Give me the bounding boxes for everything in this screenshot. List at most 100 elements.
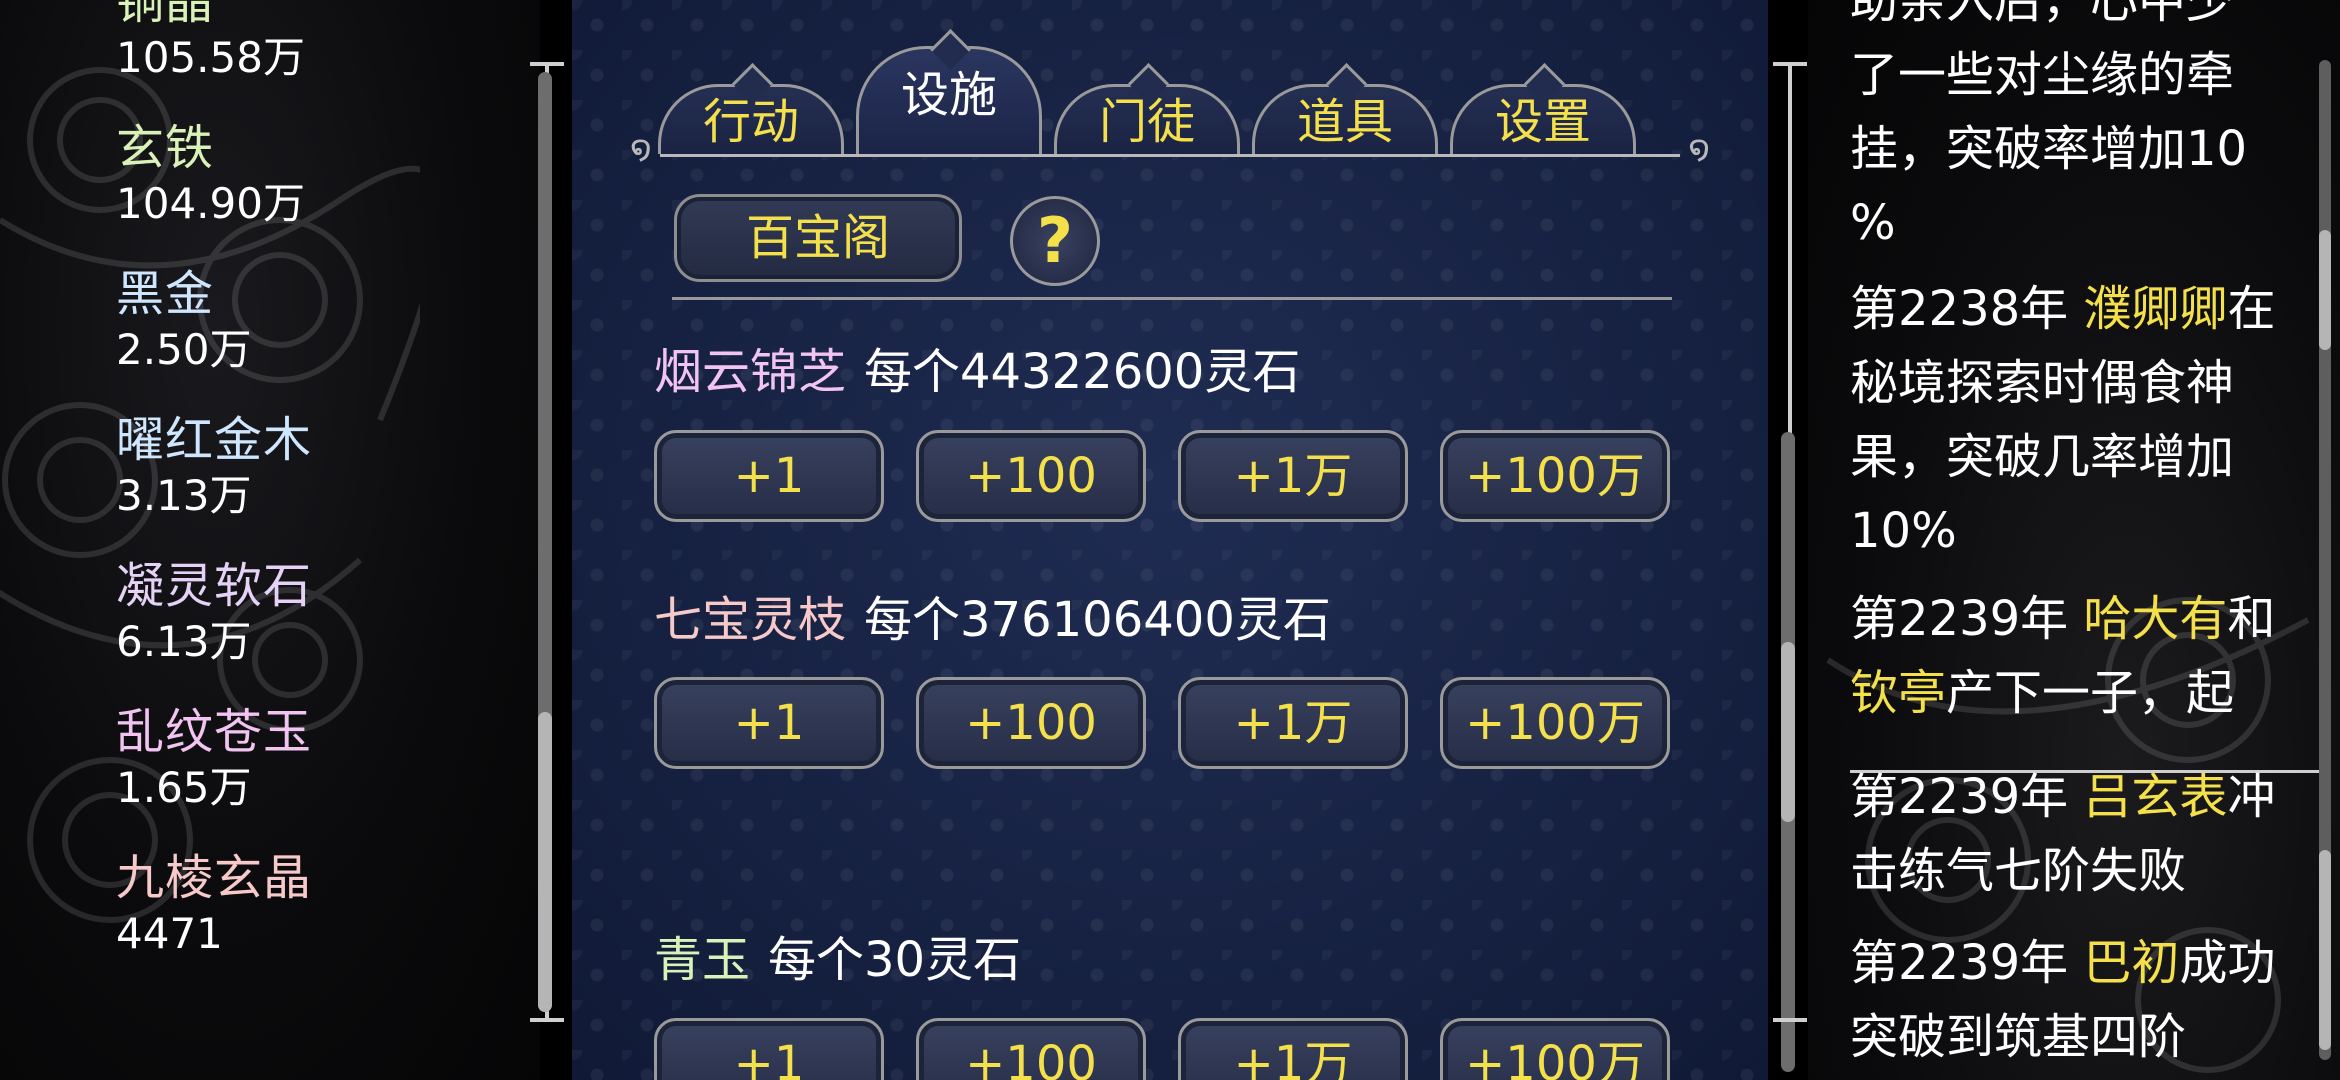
tab-action[interactable]: 行动 xyxy=(658,62,844,154)
tab-bar: ໑ ໑ 行动 设施 门徒 道具 设置 xyxy=(630,18,1710,168)
event-log-panel: 助亲入后，心中少 了一些对尘缘的牵 挂，突破率增加10 % 第2238年 濮卿卿… xyxy=(1808,0,2340,1080)
resource-name: 黑金 xyxy=(116,266,215,322)
scrollbar-cap xyxy=(1773,1018,1807,1022)
log-entry: 第2239年 巴初成功 突破到筑基四阶 xyxy=(1850,926,2320,1074)
tab-label: 设施 xyxy=(900,67,997,123)
resource-value: 3.13万 xyxy=(116,471,252,520)
resource-value: 2.50万 xyxy=(116,325,252,374)
log-entry-partial: 助亲入后，心中少 了一些对尘缘的牵 挂，突破率增加10 % xyxy=(1850,0,2320,260)
log-text: 成功 xyxy=(2179,935,2276,991)
log-line: 钦亭产下一子，起 xyxy=(1850,656,2320,730)
section-divider xyxy=(672,297,1672,300)
resource-name: 九棱玄晶 xyxy=(116,850,313,906)
shop-item-title: 七宝灵枝 每个376106400灵石 xyxy=(654,590,1331,650)
shop-item-title: 烟云锦芝 每个44322600灵石 xyxy=(654,342,1300,402)
buy-1m-button[interactable]: +100万 xyxy=(1440,430,1670,522)
shop-item-price: 每个30灵石 xyxy=(768,932,1022,988)
log-text: 在 xyxy=(2227,281,2276,337)
buy-1m-button[interactable]: +100万 xyxy=(1440,677,1670,769)
shop-scrollbar[interactable] xyxy=(1773,62,1807,1072)
tab-facility[interactable]: 设施 xyxy=(856,28,1042,154)
resource-value: 4471 xyxy=(116,909,223,958)
buy-button-row: +1 +100 +1万 +100万 xyxy=(654,1018,1694,1080)
resource-name: 曜红金木 xyxy=(116,412,313,468)
disciple-name[interactable]: 钦亭 xyxy=(1850,665,1946,721)
resource-name: 玄铁 xyxy=(116,120,215,176)
tab-disciples[interactable]: 门徒 xyxy=(1054,62,1240,154)
log-entry: 第2239年 吕玄表冲 击练气七阶失败 xyxy=(1850,760,2320,908)
tab-bar-curl-right: ໑ xyxy=(1688,128,1710,168)
resource-item: 曜红金木 3.13万 xyxy=(116,410,312,556)
scrollbar-thumb[interactable] xyxy=(2319,850,2331,1050)
shop-item-name: 青玉 xyxy=(654,932,751,988)
resource-value: 6.13万 xyxy=(116,617,252,666)
log-year: 第2239年 xyxy=(1850,935,2084,991)
resource-item: 九棱玄晶 4471 xyxy=(116,848,312,994)
disciple-name[interactable]: 濮卿卿 xyxy=(2083,281,2227,337)
log-year: 第2239年 xyxy=(1850,591,2084,647)
log-year: 第2238年 xyxy=(1850,281,2084,337)
tab-ornament xyxy=(929,28,972,71)
treasure-pavilion-button[interactable]: 百宝阁 xyxy=(674,194,962,282)
buy-1-button[interactable]: +1 xyxy=(654,430,884,522)
log-line: 果，突破几率增加 xyxy=(1850,429,2235,485)
resource-value: 1.65万 xyxy=(116,763,252,812)
disciple-name[interactable]: 哈大有 xyxy=(2083,591,2227,647)
log-line: 击练气七阶失败 xyxy=(1850,843,2187,899)
resource-item: 乱纹苍玉 1.65万 xyxy=(116,702,312,848)
log-entry: 第2239年 哈大有和 钦亭产下一子，起 xyxy=(1850,582,2320,730)
resource-item: 玄铁 104.90万 xyxy=(116,118,312,264)
scrollbar-cap xyxy=(530,1018,564,1022)
tab-bar-curl-left: ໑ xyxy=(630,128,652,168)
disciple-name[interactable]: 巴初 xyxy=(2083,935,2179,991)
buy-10k-button[interactable]: +1万 xyxy=(1178,1018,1408,1080)
log-line: 第2238年 濮卿卿在 xyxy=(1850,272,2320,346)
buy-button-row: +1 +100 +1万 +100万 xyxy=(654,430,1694,522)
buy-10k-button[interactable]: +1万 xyxy=(1178,430,1408,522)
buy-1m-button[interactable]: +100万 xyxy=(1440,1018,1670,1080)
log-text: 冲 xyxy=(2227,769,2276,825)
tab-settings[interactable]: 设置 xyxy=(1450,62,1636,154)
buy-100-button[interactable]: +100 xyxy=(916,1018,1146,1080)
log-line: 了一些对尘缘的牵 xyxy=(1850,47,2235,103)
log-line: 第2239年 吕玄表冲 xyxy=(1850,760,2320,834)
shop-item-name: 七宝灵枝 xyxy=(654,592,847,648)
buy-100-button[interactable]: +100 xyxy=(916,430,1146,522)
resource-list: 铜晶 105.58万 玄铁 104.90万 黑金 2.50万 曜红金木 3.13… xyxy=(116,0,312,994)
buy-1-button[interactable]: +1 xyxy=(654,1018,884,1080)
shop-item-title: 青玉 每个30灵石 xyxy=(654,930,1021,990)
resource-value: 105.58万 xyxy=(116,33,305,82)
buy-10k-button[interactable]: +1万 xyxy=(1178,677,1408,769)
facility-panel: ໑ ໑ 行动 设施 门徒 道具 设置 百宝阁 ? 烟云锦芝 每个44322600灵… xyxy=(572,0,1768,1080)
help-question-icon[interactable]: ? xyxy=(1010,196,1100,286)
scrollbar-thumb[interactable] xyxy=(1781,642,1795,822)
resource-item: 铜晶 105.58万 xyxy=(116,0,312,118)
log-text: 产下一子，起 xyxy=(1946,665,2235,721)
shop-item-name: 烟云锦芝 xyxy=(654,344,847,400)
resource-scrollbar[interactable] xyxy=(530,62,564,1022)
log-line: % xyxy=(1850,195,1896,251)
scrollbar-thumb[interactable] xyxy=(2319,230,2331,350)
log-year: 第2239年 xyxy=(1850,769,2084,825)
log-line: 秘境探索时偶食神 xyxy=(1850,355,2235,411)
log-line: 突破到筑基四阶 xyxy=(1850,1009,2187,1065)
buy-100-button[interactable]: +100 xyxy=(916,677,1146,769)
buy-1-button[interactable]: +1 xyxy=(654,677,884,769)
shop-item-price: 每个376106400灵石 xyxy=(864,592,1331,648)
shop-item-price: 每个44322600灵石 xyxy=(864,344,1301,400)
resource-panel: 铜晶 105.58万 玄铁 104.90万 黑金 2.50万 曜红金木 3.13… xyxy=(0,0,540,1080)
resource-item: 凝灵软石 6.13万 xyxy=(116,556,312,702)
tab-items[interactable]: 道具 xyxy=(1252,62,1438,154)
resource-name: 乱纹苍玉 xyxy=(116,704,313,760)
log-text: 和 xyxy=(2227,591,2276,647)
resource-item: 黑金 2.50万 xyxy=(116,264,312,410)
log-line: 第2239年 哈大有和 xyxy=(1850,582,2320,656)
log-line: 助亲入后，心中少 xyxy=(1850,0,2235,29)
disciple-name[interactable]: 吕玄表 xyxy=(2083,769,2227,825)
log-entry: 第2238年 濮卿卿在 秘境探索时偶食神 果，突破几率增加 10% xyxy=(1850,272,2320,568)
log-scrollbar[interactable] xyxy=(2316,60,2334,1060)
resource-value: 104.90万 xyxy=(116,179,305,228)
log-line: 第2239年 巴初成功 xyxy=(1850,926,2320,1000)
scrollbar-thumb[interactable] xyxy=(538,712,552,1012)
buy-button-row: +1 +100 +1万 +100万 xyxy=(654,677,1694,769)
